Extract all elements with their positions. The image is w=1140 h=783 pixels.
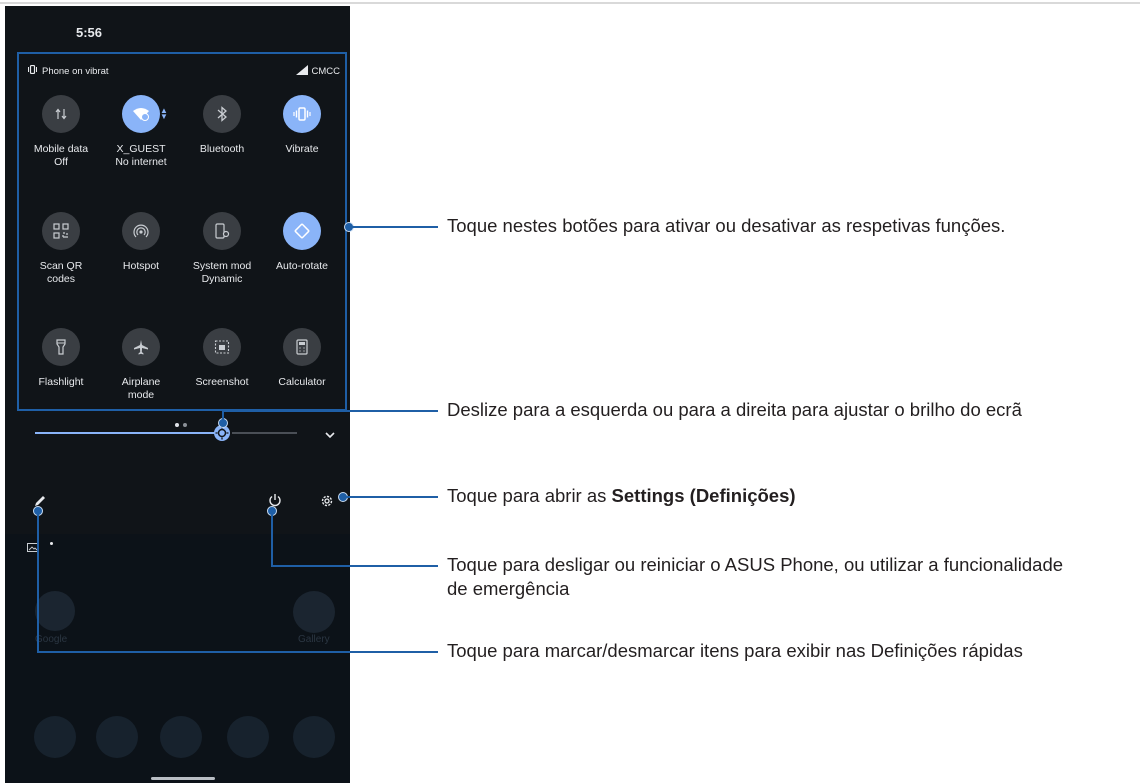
tile-sublabel: mode [127,389,155,401]
airplane-icon [122,328,160,366]
tile-system-mode[interactable]: System mod Dynamic [183,212,261,286]
tile-calculator[interactable]: Calculator [263,328,341,389]
callout-line-tiles [350,226,438,228]
tile-label: Hotspot [122,260,160,272]
wifi-icon [122,95,160,133]
callout-settings-prefix: Toque para abrir as [447,485,612,506]
callout-settings: Toque para abrir as Settings (Definições… [447,484,1137,508]
page-dot-active [175,423,179,427]
calculator-icon [283,328,321,366]
hotspot-icon [122,212,160,250]
ringer-status: Phone on vibrat [27,64,109,77]
tile-label: Vibrate [285,143,319,155]
tile-flashlight[interactable]: Flashlight [22,328,100,389]
gesture-navigation-bar[interactable] [151,777,215,780]
brightness-slider-fill[interactable] [35,432,220,434]
phone-app-icon[interactable] [34,716,76,758]
tile-screenshot[interactable]: Screenshot [183,328,261,389]
tile-label: Screenshot [195,376,249,388]
system-mode-icon [203,212,241,250]
tile-scan-qr[interactable]: Scan QR codes [22,212,100,286]
tile-label: Airplane [121,376,161,388]
callout-power: Toque para desligar ou reiniciar o ASUS … [447,554,1064,599]
callout-line-power-v [271,511,273,566]
carrier-status: CMCC [295,65,341,78]
flashlight-icon [42,328,80,366]
callout-line-settings [343,496,438,498]
gallery-app-label: Gallery [298,634,330,645]
callout-brightness: Deslize para a esquerda ou para a direit… [447,399,1022,420]
google-folder-label: Google [35,634,68,645]
tile-sublabel: codes [46,273,76,285]
callout-line-brightness-h [222,410,438,412]
gallery-app-icon[interactable] [293,591,335,633]
callout-line-power-h [271,565,438,567]
chrome-icon[interactable] [227,716,269,758]
callout-line-edit-v [37,511,39,652]
ringer-status-text: Phone on vibrat [42,65,109,77]
settings-gear-icon[interactable] [320,494,334,513]
vibrate-status-icon [27,64,38,77]
callout-settings-bold: Settings (Definições) [611,485,796,506]
tile-bluetooth[interactable]: Bluetooth [183,95,261,156]
tile-label: Mobile data [33,143,89,155]
rotate-icon [283,212,321,250]
phone-screenshot: 5:56 Phone on vibrat CMCC Mobile data Of… [5,6,350,783]
tile-hotspot[interactable]: Hotspot [102,212,180,273]
tile-label: Auto-rotate [276,260,328,272]
play-store-icon[interactable] [160,716,202,758]
qr-code-icon [42,212,80,250]
google-folder-icon[interactable] [35,591,75,631]
callout-line-edit-h [37,651,438,653]
signal-icon [295,65,308,78]
data-activity-icon: ▲ ▼ [160,106,168,121]
camera-app-icon[interactable] [293,716,335,758]
bluetooth-icon [203,95,241,133]
brightness-slider-track[interactable] [232,432,297,434]
tile-label: Scan QR [39,260,83,272]
callout-tiles: Toque nestes botões para ativar ou desat… [447,215,1006,236]
tile-label: Calculator [278,376,326,388]
tile-label: Bluetooth [199,143,245,155]
notification-dot [50,542,53,545]
expand-chevron-icon[interactable] [324,426,336,444]
status-time: 5:56 [76,25,103,40]
tile-wifi[interactable]: ▲ ▼ X_GUEST No internet [102,95,180,169]
carrier-name: CMCC [311,66,341,77]
tile-label: System mod [192,260,252,272]
callout-edit: Toque para marcar/desmarcar itens para e… [447,640,1023,661]
tile-sublabel: Dynamic [201,273,243,285]
tile-vibrate[interactable]: Vibrate [263,95,341,156]
tile-label: X_GUEST [116,143,166,155]
updown-arrows-icon [42,95,80,133]
screenshot-icon [203,328,241,366]
page-dot [183,423,187,427]
tile-airplane[interactable]: Airplane mode [102,328,180,402]
tile-auto-rotate[interactable]: Auto-rotate [263,212,341,273]
page-indicator [175,423,187,427]
vibrate-icon [283,95,321,133]
messages-app-icon[interactable] [96,716,138,758]
tile-sublabel: No internet [115,156,167,168]
tile-mobile-data[interactable]: Mobile data Off [22,95,100,169]
top-rule [0,2,1140,4]
tile-sublabel: Off [54,156,68,168]
tile-label: Flashlight [38,376,84,388]
